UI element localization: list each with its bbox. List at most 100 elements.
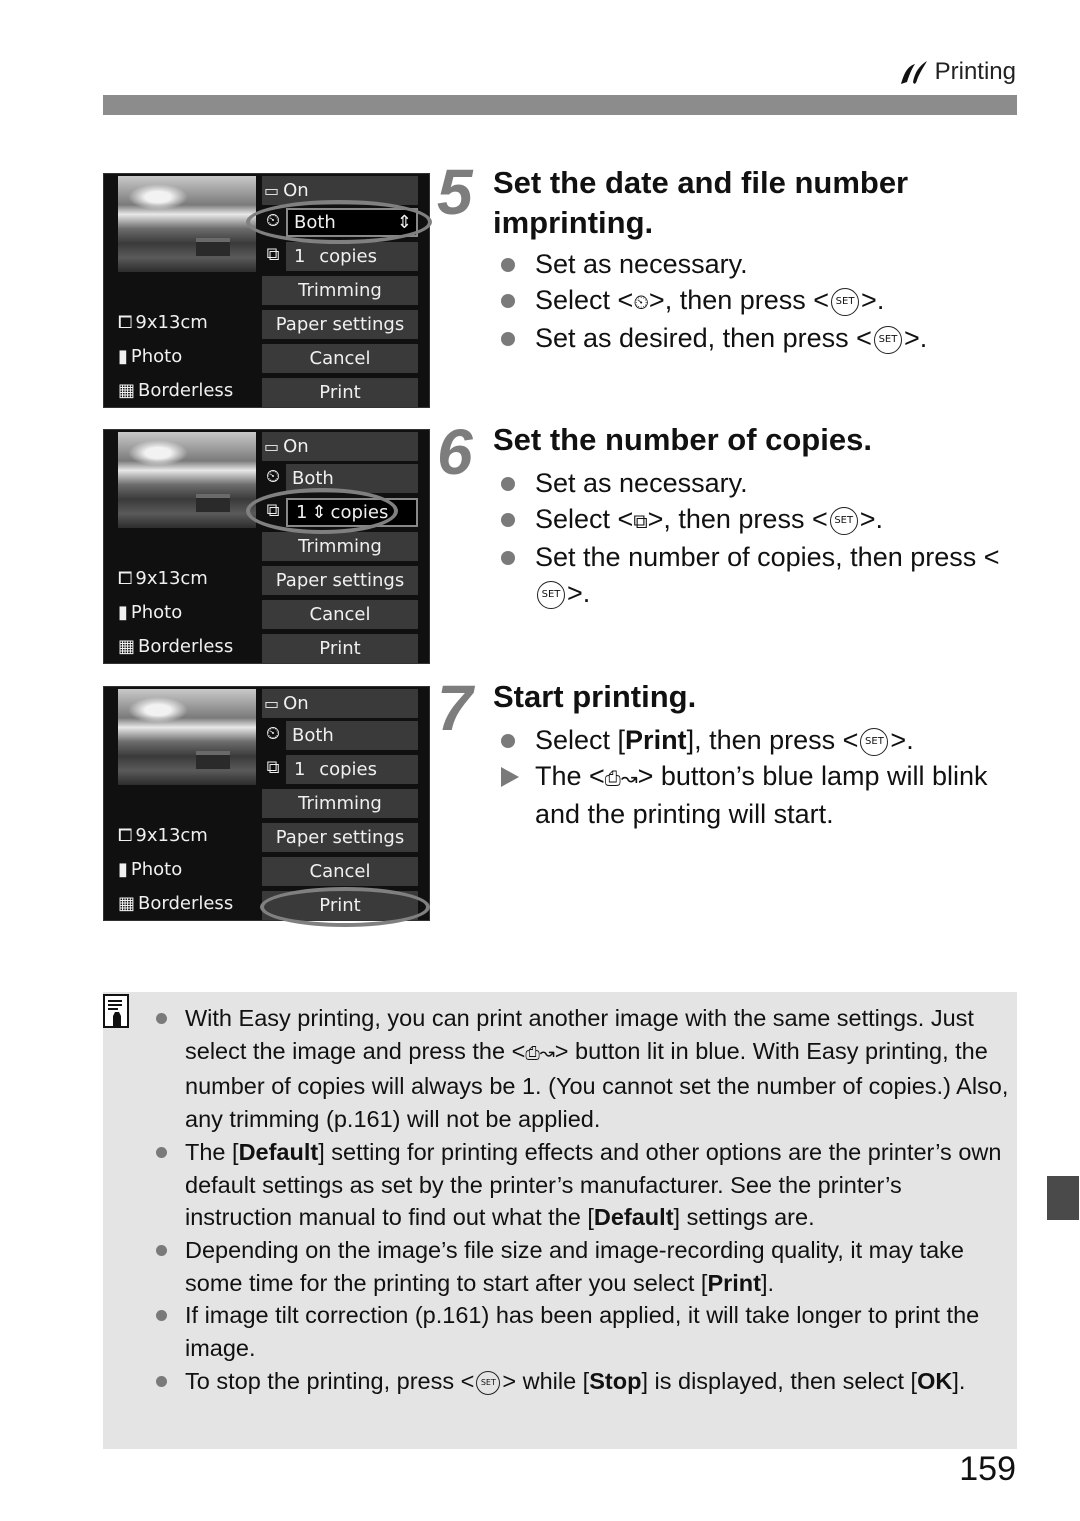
highlight-ellipse bbox=[260, 887, 430, 927]
paper-type-icon: ▮ bbox=[118, 346, 128, 367]
effects-option[interactable]: ▭ On bbox=[262, 689, 418, 718]
highlight-ellipse bbox=[246, 200, 432, 244]
paper-type: ▮ Photo bbox=[118, 859, 183, 880]
memo-icon bbox=[103, 994, 129, 1028]
step-instructions: Set as necessary. Select <⏲>, then press … bbox=[498, 246, 1018, 356]
section-title: Printing bbox=[934, 58, 1016, 85]
page-layout: ▦ Borderless bbox=[118, 893, 234, 914]
bullet-icon bbox=[501, 551, 515, 565]
page-number: 159 bbox=[959, 1450, 1016, 1488]
set-button-icon: SET bbox=[873, 325, 902, 354]
trimming-button[interactable]: Trimming bbox=[262, 532, 418, 561]
copies-option[interactable]: 1 copies bbox=[286, 242, 418, 271]
paper-size-icon: ⧠ bbox=[118, 825, 133, 846]
copies-option[interactable]: 1 copies bbox=[286, 755, 418, 784]
copies-icon: ⧉ bbox=[633, 509, 648, 533]
paper-settings-button[interactable]: Paper settings bbox=[262, 823, 418, 852]
paper-size-icon: ⧠ bbox=[118, 312, 133, 333]
set-button-icon: SET bbox=[537, 580, 565, 609]
image-thumbnail bbox=[118, 432, 256, 528]
paper-type: ▮ Photo bbox=[118, 602, 183, 623]
note-item: The [Default] setting for printing effec… bbox=[153, 1136, 1013, 1234]
step-number: 5 bbox=[437, 156, 473, 228]
paper-settings-button[interactable]: Paper settings bbox=[262, 310, 418, 339]
note-item: With Easy printing, you can print anothe… bbox=[153, 1002, 1013, 1136]
paper-size-icon: ⧠ bbox=[118, 568, 133, 589]
step-instructions: Set as necessary. Select <⧉>, then press … bbox=[498, 465, 1018, 611]
step-title: Set the date and file number imprinting. bbox=[493, 165, 909, 240]
paper-size: ⧠ 9x13cm bbox=[118, 312, 208, 333]
print-share-icon: ⎙↝ bbox=[604, 766, 638, 790]
camera-screen: ▭ On ⏲ Both ⇕ ⧉ 1 copies Trimming Paper se… bbox=[103, 173, 432, 408]
camera-screen: ▭ On ⏲ Both ⧉ 1 ⇕ copies Trimming Paper set… bbox=[103, 429, 430, 664]
result-arrow-icon bbox=[501, 767, 519, 787]
page-layout: ▦ Borderless bbox=[118, 380, 234, 401]
instruction-item: Set as necessary. bbox=[498, 246, 1018, 282]
print-button[interactable]: Print bbox=[262, 378, 418, 407]
cancel-button[interactable]: Cancel bbox=[262, 857, 418, 886]
trimming-button[interactable]: Trimming bbox=[262, 276, 418, 305]
bullet-icon bbox=[156, 1310, 167, 1322]
trimming-button[interactable]: Trimming bbox=[262, 789, 418, 818]
paper-size: ⧠ 9x13cm bbox=[118, 825, 208, 846]
set-button-icon: SET bbox=[831, 287, 860, 316]
bullet-icon bbox=[501, 258, 515, 272]
note-box: With Easy printing, you can print anothe… bbox=[103, 992, 1017, 1449]
layout-icon: ▦ bbox=[118, 893, 136, 914]
bullet-icon bbox=[156, 1375, 167, 1387]
cancel-button[interactable]: Cancel bbox=[262, 344, 418, 373]
instruction-item: Set as necessary. bbox=[498, 465, 1018, 501]
set-button-icon: SET bbox=[860, 727, 889, 756]
note-item: Depending on the image’s file size and i… bbox=[153, 1234, 1013, 1299]
bullet-icon bbox=[156, 1013, 167, 1024]
imprint-icon: ⏲ bbox=[265, 723, 281, 744]
cancel-button[interactable]: Cancel bbox=[262, 600, 418, 629]
camera-screen: ▭ On ⏲ Both ⧉ 1 copies Trimming Paper set… bbox=[103, 686, 430, 927]
bullet-icon bbox=[501, 294, 515, 308]
imprint-icon: ⏲ bbox=[265, 466, 281, 487]
paper-type-icon: ▮ bbox=[118, 602, 128, 623]
set-button-icon: SET bbox=[476, 1370, 501, 1395]
paper-type-icon: ▮ bbox=[118, 859, 128, 880]
bullet-icon bbox=[156, 1244, 167, 1256]
note-item: If image tilt correction (p.161) has bee… bbox=[153, 1299, 1013, 1364]
effects-icon: ▭ bbox=[264, 181, 280, 200]
set-button-icon: SET bbox=[829, 506, 858, 535]
step-number: 6 bbox=[437, 416, 473, 488]
bullet-icon bbox=[156, 1146, 167, 1158]
instruction-item: Set the number of copies, then press <SE… bbox=[498, 539, 1018, 611]
copies-icon: ⧉ bbox=[266, 757, 280, 778]
effects-icon: ▭ bbox=[264, 437, 280, 456]
image-thumbnail bbox=[118, 176, 256, 272]
step-instructions: Select [Print], then press < SET >. The <⎙↝… bbox=[498, 722, 1018, 832]
bullet-icon bbox=[501, 734, 515, 748]
image-thumbnail bbox=[118, 689, 256, 785]
effects-icon: ▭ bbox=[264, 694, 280, 713]
instruction-item: Set as desired, then press < SET >. bbox=[498, 320, 1018, 356]
layout-icon: ▦ bbox=[118, 636, 136, 657]
step-title: Start printing. bbox=[493, 679, 697, 714]
copies-icon: ⧉ bbox=[266, 244, 280, 265]
print-button[interactable]: Print bbox=[262, 634, 418, 663]
updown-icon bbox=[309, 246, 315, 267]
bullet-icon bbox=[501, 513, 515, 527]
print-share-icon: ⎙↝ bbox=[525, 1042, 555, 1064]
printing-icon bbox=[900, 61, 927, 84]
note-list: With Easy printing, you can print anothe… bbox=[153, 1002, 1013, 1397]
updown-icon bbox=[309, 759, 315, 780]
header-rule bbox=[103, 95, 1017, 115]
bullet-icon bbox=[501, 332, 515, 346]
layout-icon: ▦ bbox=[118, 380, 136, 401]
paper-size: ⧠ 9x13cm bbox=[118, 568, 208, 589]
step-title: Set the number of copies. bbox=[493, 422, 872, 457]
imprint-icon: ⏲ bbox=[633, 290, 649, 314]
instruction-item: The <⎙↝> button’s blue lamp will blink a… bbox=[498, 758, 1018, 832]
step-number: 7 bbox=[437, 672, 473, 744]
instruction-item: Select <⧉>, then press < SET >. bbox=[498, 501, 1018, 539]
instruction-item: Select <⏲>, then press < SET >. bbox=[498, 282, 1018, 320]
paper-type: ▮ Photo bbox=[118, 346, 183, 367]
imprint-option[interactable]: Both bbox=[286, 721, 418, 750]
effects-option[interactable]: ▭ On bbox=[262, 432, 418, 461]
paper-settings-button[interactable]: Paper settings bbox=[262, 566, 418, 595]
highlight-ellipse bbox=[246, 488, 398, 534]
